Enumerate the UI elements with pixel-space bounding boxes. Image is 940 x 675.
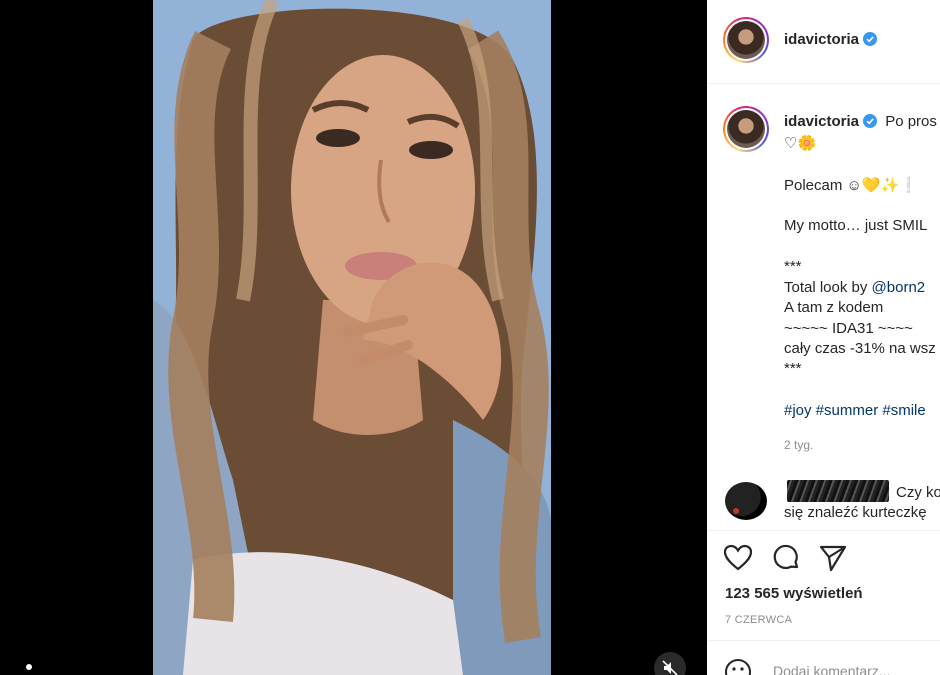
heart-icon[interactable] [723,543,753,573]
caption-total-look: Total look by @born2 [784,279,925,296]
video-player[interactable] [153,0,551,675]
hashtags-link[interactable]: #joy #summer #smile [784,402,926,419]
mute-button[interactable] [654,652,686,675]
total-look-text: Total look by [784,279,872,296]
caption-code: ~~~~~ IDA31 ~~~~ [784,320,913,337]
profile-avatar[interactable] [723,17,769,63]
post-media[interactable] [0,0,707,675]
share-icon[interactable] [818,543,848,573]
caption-a-tam: A tam z kodem [784,299,884,316]
commenter-avatar[interactable] [725,482,767,520]
caption-polecam: Polecam ☺💛✨❕ [784,177,918,194]
video-frame [153,0,551,675]
caption-time[interactable]: 2 tyg. [784,438,813,452]
caption-username[interactable]: idavictoria [784,113,859,130]
views-count[interactable]: 123 565 wyświetleń [725,585,863,602]
post-caption: idavictoria Po pros ♡🌼 Polecam ☺💛✨❕ My m… [707,84,940,482]
verified-badge-icon [863,114,878,128]
comment-text-2: się znaleźć kurteczkę [784,504,927,521]
post-date[interactable]: 7 CZERWCA [725,614,792,626]
caption-emojis: ♡🌼 [784,135,817,152]
caption-motto: My motto… just SMIL [784,217,928,234]
caption-avatar[interactable] [723,106,769,152]
comment-text-1: Czy ko [896,484,940,501]
caption-head-text: Po pros [885,113,937,130]
redacted-username [787,480,889,502]
post-side-panel: idavictoria idavictoria Po pros ♡🌼 Polec… [707,0,940,675]
verified-badge-icon [863,32,878,46]
header-username[interactable]: idavictoria [784,31,878,48]
caption-stars: *** [784,258,802,275]
carousel-dot [26,664,32,670]
muted-speaker-icon [662,660,678,675]
caption-first-line: idavictoria Po pros [784,113,937,130]
post-header: idavictoria [707,0,940,84]
comment-item: Czy ko się znaleźć kurteczkę [707,476,940,532]
username-text[interactable]: idavictoria [784,31,859,48]
post-actions: 123 565 wyświetleń 7 CZERWCA [707,530,940,640]
caption-stars-2: *** [784,360,802,377]
mention-link[interactable]: @born2 [872,279,926,296]
caption-discount: cały czas -31% na wsz [784,340,936,357]
comment-icon[interactable] [771,543,801,573]
add-comment-bar[interactable]: Dodaj komentarz... [707,640,940,675]
emoji-icon[interactable] [723,657,753,675]
add-comment-input[interactable]: Dodaj komentarz... [773,663,891,675]
